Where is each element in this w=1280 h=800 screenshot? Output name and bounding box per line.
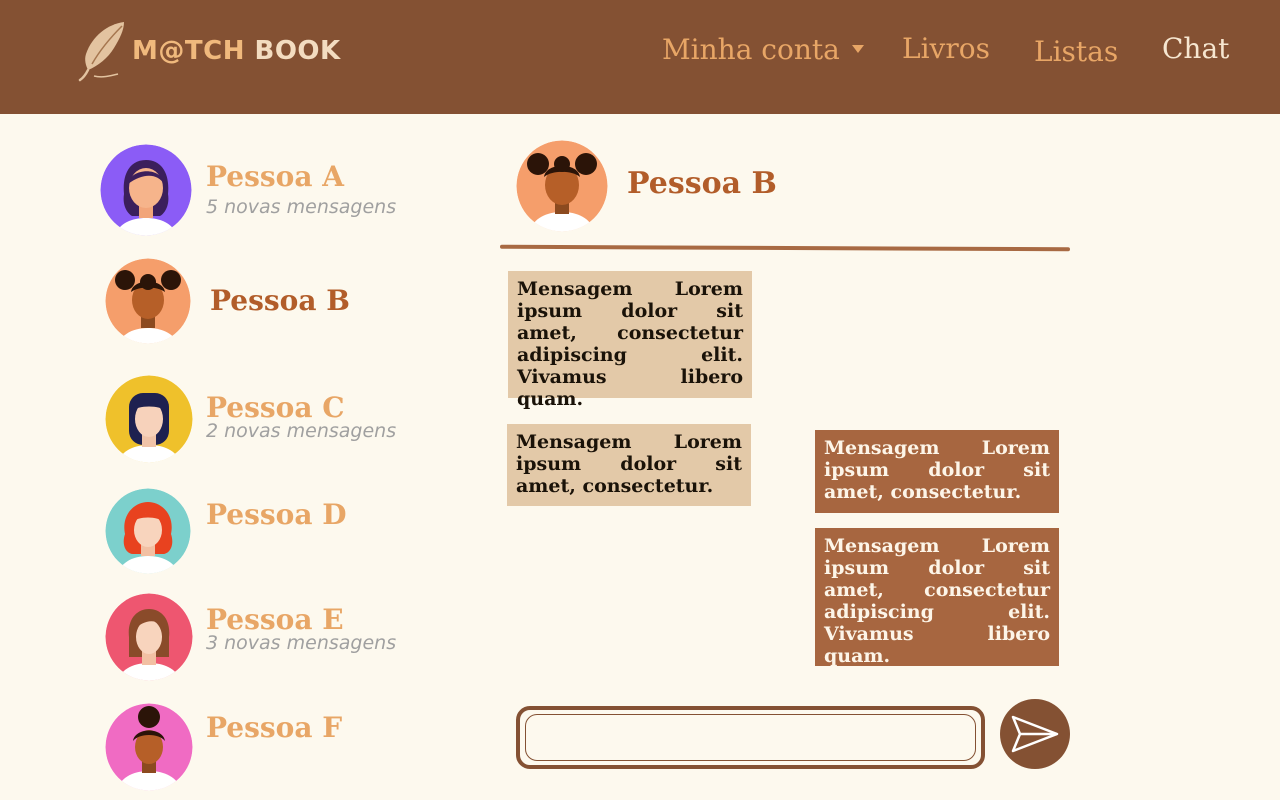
- send-button[interactable]: [1000, 699, 1070, 769]
- avatar: [105, 488, 191, 574]
- message-sent: Mensagem Lorem ipsum dolor sit amet, con…: [815, 430, 1059, 513]
- nav-minha-conta-label: Minha conta: [662, 33, 840, 66]
- contact-item-pessoa-a[interactable]: Pessoa A 5 novas mensagens: [96, 144, 446, 248]
- contact-name: Pessoa F: [206, 711, 343, 744]
- navbar: M@TCH BOOK Minha conta Livros Listas Cha…: [0, 0, 1280, 114]
- caret-down-icon: [851, 44, 864, 53]
- avatar: [105, 703, 193, 791]
- avatar: [105, 375, 193, 463]
- contact-name: Pessoa A: [206, 160, 344, 193]
- unread-count: 3 novas mensagens: [206, 632, 397, 654]
- contact-item-pessoa-b[interactable]: Pessoa B: [96, 258, 446, 362]
- nav-listas[interactable]: Listas: [1034, 35, 1118, 68]
- send-paper-plane-icon: [1011, 715, 1059, 753]
- nav-chat[interactable]: Chat: [1162, 32, 1229, 65]
- logo-text-match: M@TCH: [132, 36, 245, 66]
- contact-name: Pessoa D: [206, 498, 347, 531]
- unread-count: 5 novas mensagens: [206, 196, 397, 218]
- feather-icon: [78, 22, 124, 82]
- avatar: [100, 144, 192, 236]
- logo-text-book: BOOK: [254, 36, 341, 66]
- contact-item-pessoa-c[interactable]: Pessoa C 2 novas mensagens: [96, 375, 446, 479]
- message-input[interactable]: [525, 714, 976, 761]
- contact-item-pessoa-d[interactable]: Pessoa D: [96, 488, 446, 592]
- message-received: Mensagem Lorem ipsum dolor sit amet, con…: [508, 271, 752, 410]
- divider: [499, 244, 1071, 252]
- contact-item-pessoa-f[interactable]: Pessoa F: [96, 703, 446, 800]
- contact-name: Pessoa B: [210, 284, 350, 317]
- message-sent: Mensagem Lorem ipsum dolor sit amet, con…: [815, 528, 1059, 667]
- nav-minha-conta[interactable]: Minha conta: [662, 33, 864, 66]
- chat-contact-name: Pessoa B: [627, 166, 777, 201]
- avatar: [105, 593, 193, 681]
- unread-count: 2 novas mensagens: [206, 420, 397, 442]
- contact-item-pessoa-e[interactable]: Pessoa E 3 novas mensagens: [96, 593, 446, 697]
- logo[interactable]: M@TCH BOOK: [78, 20, 341, 82]
- message-received: Mensagem Lorem ipsum dolor sit amet, con…: [507, 424, 751, 506]
- nav-livros[interactable]: Livros: [902, 32, 990, 65]
- chat-header-avatar: [516, 140, 608, 232]
- avatar: [105, 258, 191, 344]
